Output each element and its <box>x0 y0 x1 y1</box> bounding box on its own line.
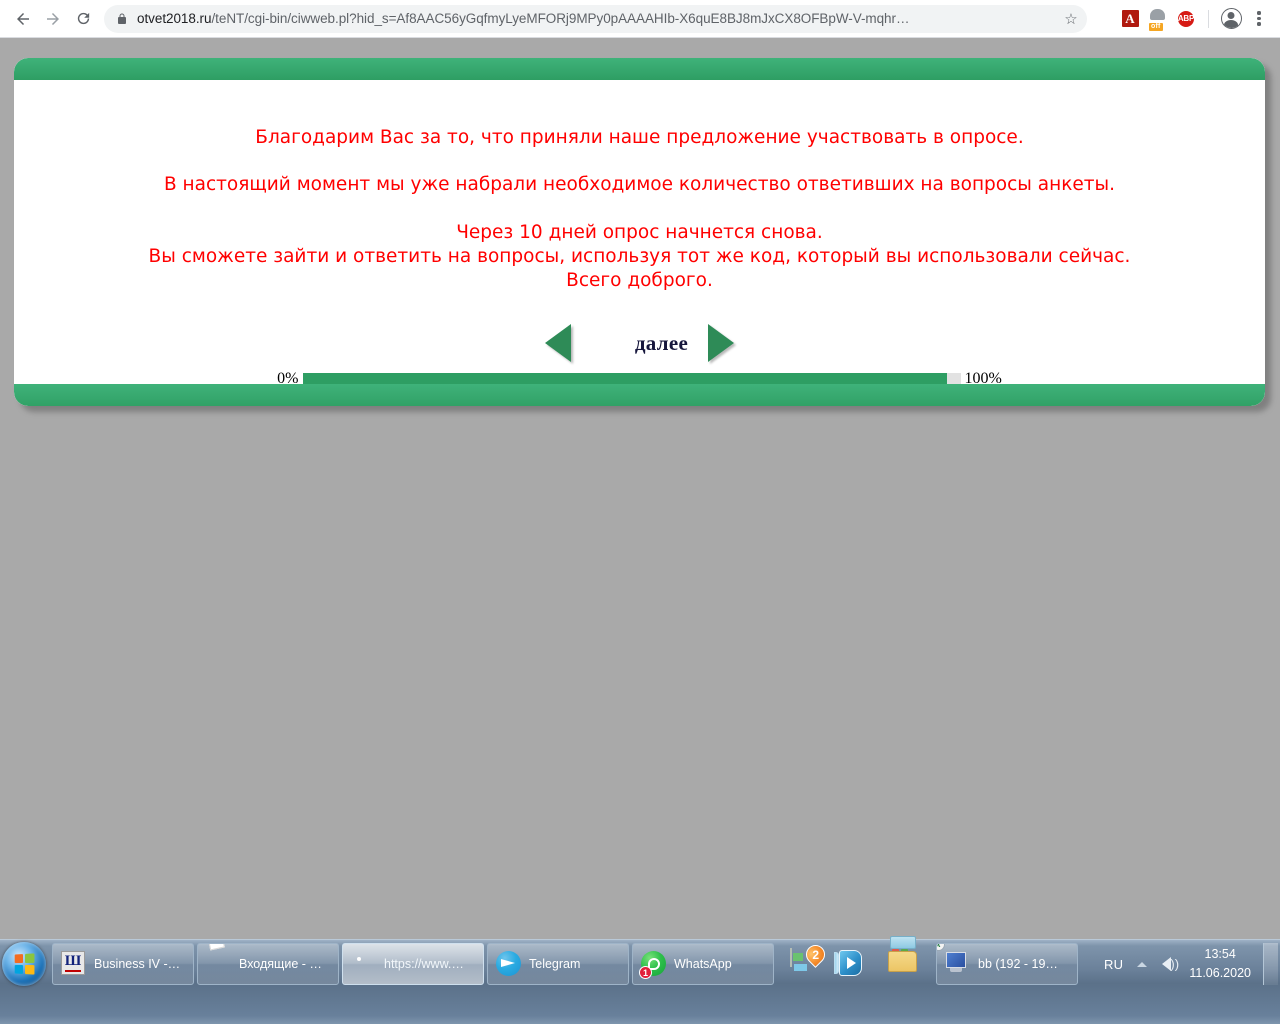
clock[interactable]: 13:54 11.06.2020 <box>1181 945 1263 983</box>
adblock-plus-extension-icon[interactable]: ABP <box>1173 6 1199 32</box>
taskbar-pinned-icons: 2 <box>790 936 920 986</box>
windows-taskbar: Ш Business IV -… Входящие - … https://ww… <box>0 936 1280 1024</box>
clock-time: 13:54 <box>1204 947 1236 962</box>
whatsapp-icon: 1 <box>639 951 667 979</box>
survey-message-line-2: В настоящий момент мы уже набрали необхо… <box>163 174 1116 195</box>
ghost-glyph: off <box>1148 8 1168 31</box>
profile-button[interactable] <box>1218 6 1244 32</box>
clock-date: 11.06.2020 <box>1189 966 1251 980</box>
right-triangle-icon <box>708 324 735 362</box>
ghost-shape <box>1150 8 1165 20</box>
reload-icon <box>77 12 89 25</box>
mail-icon <box>206 951 232 977</box>
taskbar-item-label: Telegram <box>529 957 581 971</box>
system-tray: RU )) 13:54 11.06.2020 <box>1092 940 1280 988</box>
survey-message-line-4: Вы сможете зайти и ответить на вопросы, … <box>148 246 1131 267</box>
survey-card-footer-bar <box>14 384 1265 406</box>
taskbar-item-remote-desktop[interactable]: x bb (192 - 19… <box>936 943 1078 985</box>
url-path: /teNT/cgi-bin/ciwweb.pl?hid_s=Af8AAC56yG… <box>211 11 910 26</box>
forward-arrow-icon <box>47 12 59 25</box>
url-domain: otvet2018.ru <box>137 11 212 26</box>
taskbar-item-label: WhatsApp <box>674 957 732 971</box>
address-bar[interactable]: otvet2018.ru/teNT/cgi-bin/ciwweb.pl?hid_… <box>104 4 1087 33</box>
survey-message-line-3: Через 10 дней опрос начнется снова. <box>456 222 823 243</box>
start-button[interactable] <box>2 942 46 986</box>
browser-toolbar: otvet2018.ru/teNT/cgi-bin/ciwweb.pl?hid_… <box>0 0 1280 37</box>
whatsapp-unread-badge: 1 <box>639 966 652 979</box>
taskbar-item-label: https://www.… <box>384 957 464 971</box>
business-icon: Ш <box>61 951 87 977</box>
lock-icon <box>116 12 128 26</box>
pdf-glyph: A <box>1121 10 1139 27</box>
taskbar-item-label: Входящие - … <box>239 957 322 971</box>
ghost-off-badge: off <box>1149 22 1163 31</box>
page-viewport: Благодарим Вас за то, что приняли наше п… <box>0 38 1280 940</box>
volume-icon[interactable]: )) <box>1151 957 1181 971</box>
taskbar-window-buttons: Ш Business IV -… Входящие - … https://ww… <box>52 942 774 986</box>
next-button-label[interactable]: далее <box>635 331 688 356</box>
taskbar-item-chrome-window[interactable]: https://www.… <box>342 943 484 985</box>
kebab-menu-icon <box>1257 11 1261 26</box>
toolbar-divider <box>1208 9 1209 28</box>
taskbar-item-business-iv[interactable]: Ш Business IV -… <box>52 943 194 985</box>
survey-card-header-bar <box>14 58 1265 80</box>
taskbar-item-telegram[interactable]: Telegram <box>487 943 629 985</box>
taskbar-item-label: bb (192 - 19… <box>978 957 1058 971</box>
taskbar-window-buttons-2: x bb (192 - 19… <box>936 942 1078 986</box>
forward-button[interactable] <box>38 4 68 34</box>
url-text: otvet2018.ru/teNT/cgi-bin/ciwweb.pl?hid_… <box>137 11 1075 26</box>
taskbar-item-label: Business IV -… <box>94 957 181 971</box>
chrome-icon <box>351 951 377 977</box>
file-explorer-app-icon[interactable] <box>888 936 920 979</box>
telegram-icon <box>496 951 522 977</box>
adobe-acrobat-extension-icon[interactable]: A <box>1117 6 1143 32</box>
survey-card-body: Благодарим Вас за то, что приняли наше п… <box>14 80 1265 387</box>
monitor-icon: x <box>937 944 971 977</box>
survey-message-line-5: Всего доброго. <box>566 270 713 291</box>
taskbar-item-whatsapp[interactable]: 1 WhatsApp <box>632 943 774 985</box>
back-arrow-icon <box>17 12 29 25</box>
maps-badge-count: 2 <box>812 947 819 962</box>
back-button[interactable] <box>8 4 38 34</box>
taskbar-item-mail-inbox[interactable]: Входящие - … <box>197 943 339 985</box>
next-button[interactable] <box>700 322 742 364</box>
reload-button[interactable] <box>68 4 98 34</box>
windows-logo-icon <box>14 953 35 975</box>
survey-card: Благодарим Вас за то, что приняли наше п… <box>14 58 1265 406</box>
survey-navigation: далее <box>14 320 1265 366</box>
account-avatar-icon <box>1220 8 1242 29</box>
screen: otvet2018.ru/teNT/cgi-bin/ciwweb.pl?hid_… <box>0 0 1280 1024</box>
ghostery-extension-icon[interactable]: off <box>1145 6 1171 32</box>
abp-glyph: ABP <box>1177 9 1195 28</box>
chrome-menu-button[interactable] <box>1246 6 1272 32</box>
show-hidden-icons-chevron-icon[interactable] <box>1133 961 1151 967</box>
extension-icons: A off ABP <box>1117 6 1272 32</box>
media-player-app-icon[interactable] <box>834 949 871 979</box>
show-desktop-button[interactable] <box>1263 943 1278 985</box>
maps-app-icon[interactable]: 2 <box>790 941 829 979</box>
language-indicator[interactable]: RU <box>1092 957 1133 972</box>
left-triangle-icon <box>544 324 571 362</box>
previous-button[interactable] <box>537 322 579 364</box>
taskbar-content: Ш Business IV -… Входящие - … https://ww… <box>0 936 1280 988</box>
survey-message-line-1: Благодарим Вас за то, что приняли наше п… <box>255 127 1024 148</box>
bookmark-star-icon[interactable]: ☆ <box>1059 7 1083 31</box>
